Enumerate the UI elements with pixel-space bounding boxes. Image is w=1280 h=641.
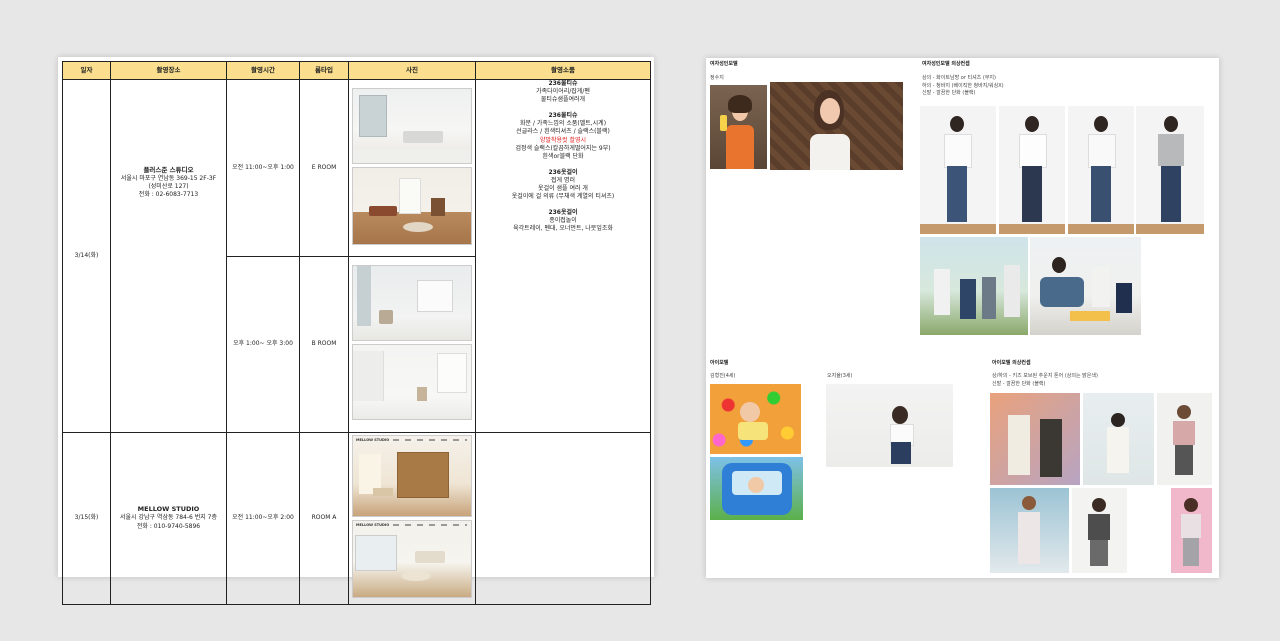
props-line: 흰색or블랙 단화 xyxy=(542,152,584,160)
studio-photo xyxy=(352,344,472,421)
date-cell: 3/15(화) xyxy=(62,431,111,605)
props-line-highlight: 양말착용컷 촬영시 xyxy=(539,136,587,144)
props-line: 접게 명러 xyxy=(551,176,575,184)
props-line: 옷걸이 샘플 여러 개 xyxy=(538,185,588,193)
props-block: 236물티슈 화분 / 가족느낌의 소품(벨트,시계) 선글라스 / 흰색티셔츠… xyxy=(476,112,650,161)
props-cell: 236물티슈 가족다이어리/잡게/펜 물티슈샘플여러개 236물티슈 화분 / … xyxy=(475,79,651,433)
section-title-kid-outfit: 아이모델 의상컨셉 xyxy=(992,360,1031,366)
props-line: 물티슈샘플여러개 xyxy=(540,96,586,104)
outfit-reference-photo xyxy=(1136,106,1204,234)
props-title: 236물티슈 xyxy=(548,80,578,87)
models-page: 여자성인모델 정수지 여자성인모델 의상컨셉 상의 - 화이트남방 or 티셔츠… xyxy=(706,58,1219,578)
venue-phone: 전화 : 02-6083-7713 xyxy=(138,191,199,199)
studio-photo xyxy=(352,167,472,246)
venue-cell: 플러스준 스튜디오 서울시 마포구 연남동 369-15 2F-3F (성미산로… xyxy=(110,79,227,433)
kid-model-name: 김형진(4세) xyxy=(710,373,736,379)
schedule-table: 일자 촬영장소 촬영시간 룸타입 사진 촬영소품 3/14(화) 플러스준 스튜… xyxy=(62,61,651,605)
venue-cell: MELLOW STUDIO 서울시 강남구 역삼동 784-6 번지 7층 전화… xyxy=(110,431,227,605)
studio-website-photo: MELLOW STUDIO xyxy=(352,520,472,598)
header-venue: 촬영장소 xyxy=(110,61,227,80)
kid-model-photo xyxy=(710,384,801,454)
kid-model-photo xyxy=(826,384,953,467)
kid-outfit-photo xyxy=(1157,393,1212,485)
venue-address-2: (성미산로 127) xyxy=(148,182,189,190)
family-reference-photo xyxy=(920,237,1028,335)
room-cell: B ROOM xyxy=(299,256,349,433)
photo-cell: MELLOW STUDIO MELLOW STUDIO xyxy=(348,431,476,605)
website-brand: MELLOW STUDIO xyxy=(356,523,390,527)
section-title-female-model: 여자성인모델 xyxy=(710,61,738,67)
header-date: 일자 xyxy=(62,61,111,80)
venue-name: 플러스준 스튜디오 xyxy=(143,165,194,174)
photo-cell xyxy=(348,256,476,433)
website-brand: MELLOW STUDIO xyxy=(356,438,390,442)
time-cell: 오전 11:00~오후 2:00 xyxy=(226,431,300,605)
room-cell: E ROOM xyxy=(299,78,349,258)
props-cell-empty xyxy=(475,431,651,605)
props-line: 가족다이어리/잡게/펜 xyxy=(536,88,590,96)
studio-photo xyxy=(352,88,472,165)
props-title: 236옷걸이 xyxy=(548,168,578,176)
outfit-line: 상의 - 화이트남방 or 티셔츠 (무지) xyxy=(922,75,996,81)
outfit-line: 하의 - 청바지 (베이직한 청바지/워싱X) xyxy=(922,82,1004,89)
kid-outfit-photo xyxy=(990,393,1080,485)
header-room: 룸타입 xyxy=(299,61,349,80)
table-header-row: 일자 촬영장소 촬영시간 룸타입 사진 촬영소품 xyxy=(62,61,651,80)
time-cell: 오전 11:00~오후 1:00 xyxy=(226,78,300,258)
kid-outfit-photo xyxy=(990,488,1069,573)
kid-outfit-concept-lines: 상/하의 - 키즈 모브된 추운지 톤어 (상의는 밝은색) 신발 - 깔끔한 … xyxy=(992,373,1098,388)
outfit-line: 상/하의 - 키즈 모브된 추운지 톤어 (상의는 밝은색) xyxy=(992,373,1098,379)
table-row: 3/14(화) 플러스준 스튜디오 서울시 마포구 연남동 369-15 2F-… xyxy=(62,78,651,433)
female-model-photo xyxy=(770,82,903,170)
outfit-reference-photo xyxy=(920,106,996,234)
schedule-page: 일자 촬영장소 촬영시간 룸타입 사진 촬영소품 3/14(화) 플러스준 스튜… xyxy=(58,57,654,605)
venue-address: 서울시 강남구 역삼동 784-6 번지 7층 xyxy=(119,514,218,522)
venue-address: 서울시 마포구 연남동 369-15 2F-3F xyxy=(120,174,217,182)
kid-model-photo xyxy=(710,457,803,520)
header-time: 촬영시간 xyxy=(226,61,300,80)
header-props: 촬영소품 xyxy=(475,61,651,80)
outfit-reference-photo xyxy=(1068,106,1134,234)
kid-outfit-photo xyxy=(1171,488,1212,573)
props-line: 선글라스 / 흰색티셔츠 / 슬랙스(블랙) xyxy=(516,128,610,136)
venue-name: MELLOW STUDIO xyxy=(137,505,200,514)
props-block: 236옷걸이 접게 명러 옷걸이 샘플 여러 개 옷걸이에 걸 의류 (무채색 … xyxy=(476,169,650,201)
outfit-concept-lines: 상의 - 화이트남방 or 티셔츠 (무지) 하의 - 청바지 (베이직한 청바… xyxy=(922,75,1004,98)
props-block: 236물티슈 가족다이어리/잡게/펜 물티슈샘플여러개 xyxy=(476,80,650,104)
time-cell: 오후 1:00~ 오후 3:00 xyxy=(226,256,300,433)
header-photo: 사진 xyxy=(348,61,476,80)
section-title-kid-model: 아이모델 xyxy=(710,360,729,366)
props-line: 육각트레이, 펜대, 오너먼트, 나뭇잎조화 xyxy=(513,225,613,233)
studio-website-photo: MELLOW STUDIO xyxy=(352,435,472,517)
props-line: 검정색 슬랙스(칼끔하게떨어지는 9부) xyxy=(515,144,611,152)
props-line: 옷걸이에 걸 의류 (무채색 계열의 티셔츠) xyxy=(511,193,615,201)
kid-outfit-photo xyxy=(1083,393,1154,485)
props-block: 236옷걸이 종이접놀이 육각트레이, 펜대, 오너먼트, 나뭇잎조화 xyxy=(476,209,650,233)
venue-phone: 전화 : 010-9740-5896 xyxy=(136,522,201,530)
outfit-line: 신발 - 깔끔한 단화 (블랙) xyxy=(922,90,976,96)
kid-outfit-photo xyxy=(1072,488,1127,573)
female-model-photo xyxy=(710,85,767,169)
outfit-reference-photo xyxy=(999,106,1065,234)
room-cell: ROOM A xyxy=(299,431,349,605)
table-row: 3/15(화) MELLOW STUDIO 서울시 강남구 역삼동 784-6 … xyxy=(62,431,651,605)
photo-cell xyxy=(348,78,476,258)
date-cell: 3/14(화) xyxy=(62,79,111,433)
section-title-female-outfit: 여자성인모델 의상컨셉 xyxy=(922,61,970,67)
family-reference-photo xyxy=(1030,237,1141,335)
studio-photo xyxy=(352,265,472,342)
outfit-line: 신발 - 깔끔한 단화 (블랙) xyxy=(992,380,1046,387)
kid-model-name: 오지율(3세) xyxy=(827,373,853,379)
female-model-name: 정수지 xyxy=(710,75,724,81)
